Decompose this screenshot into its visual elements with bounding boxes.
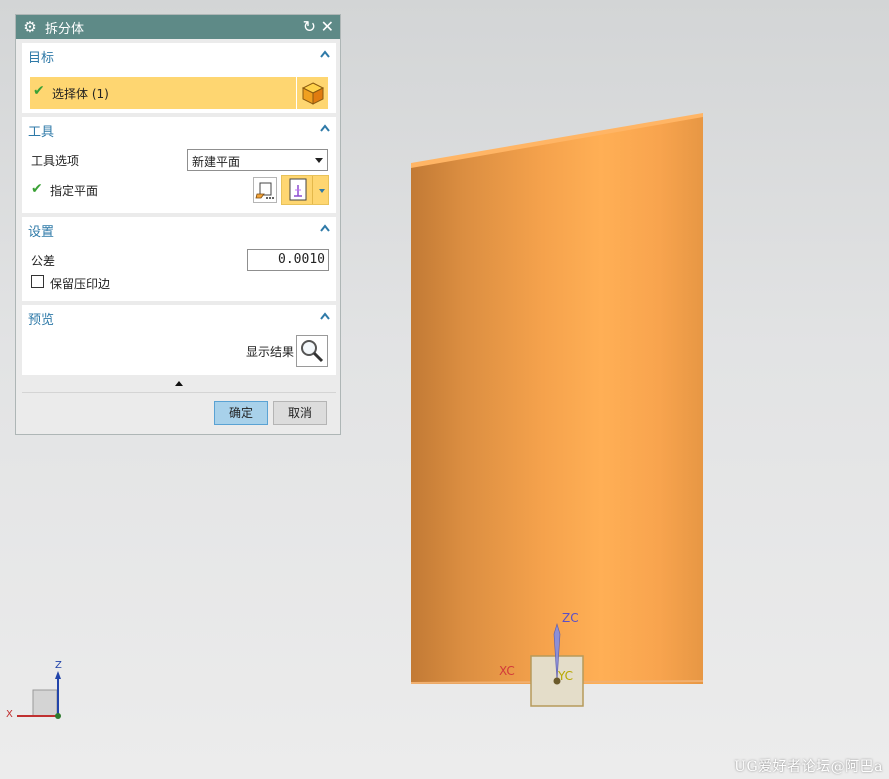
triad-cube: [32, 689, 58, 717]
section-target: 目标 ✔ 选择体 (1): [22, 43, 336, 113]
dialog-titlebar[interactable]: ⚙ 拆分体 ↻ ✕: [16, 15, 340, 39]
inferred-plane-button[interactable]: [281, 175, 329, 205]
watermark: UG爱好者论坛@阿巴a: [734, 759, 883, 775]
chevron-up-icon[interactable]: [320, 49, 330, 59]
keep-imprint-checkbox[interactable]: [31, 275, 44, 288]
cube-icon: [301, 82, 325, 105]
plane-icon: [289, 178, 307, 201]
section-settings-header[interactable]: 设置: [22, 217, 336, 241]
footer-divider: [22, 392, 336, 393]
plane-dialog-button[interactable]: [253, 177, 277, 203]
gear-icon[interactable]: ⚙: [19, 18, 41, 36]
section-target-title: 目标: [28, 51, 55, 66]
section-settings-title: 设置: [28, 225, 55, 240]
absolute-triad: [17, 671, 61, 719]
chevron-up-icon[interactable]: [320, 311, 330, 321]
specify-plane-label: 指定平面: [50, 184, 99, 198]
magnifier-icon: [301, 340, 324, 363]
triad-z-label: Z: [55, 660, 62, 671]
solid-body[interactable]: [411, 115, 703, 684]
more-options-bar[interactable]: [22, 377, 336, 391]
dropdown-arrow-icon[interactable]: [319, 189, 325, 193]
section-tool-header[interactable]: 工具: [22, 117, 336, 141]
ok-button[interactable]: 确定: [214, 401, 268, 425]
triad-z-arrow: [55, 671, 61, 679]
split-divider: [312, 176, 313, 204]
tool-option-dropdown[interactable]: 新建平面: [187, 149, 328, 171]
keep-imprint-label: 保留压印边: [50, 277, 111, 291]
plane-constructor-icon: [255, 182, 274, 199]
tool-option-label: 工具选项: [31, 154, 80, 168]
select-body-row[interactable]: ✔ 选择体 (1): [30, 77, 296, 109]
split-body-dialog: ⚙ 拆分体 ↻ ✕ 目标 ✔ 选择体 (1) 工具 工具选项 新建平面 ✔ 指定…: [15, 14, 341, 435]
section-tool: 工具 工具选项 新建平面 ✔ 指定平面: [22, 117, 336, 213]
dialog-title: 拆分体: [45, 21, 85, 37]
chevron-up-icon: [175, 381, 183, 386]
close-button[interactable]: ✕: [321, 17, 334, 37]
chevron-up-icon[interactable]: [320, 223, 330, 233]
show-result-label: 显示结果: [246, 345, 295, 359]
chevron-up-icon[interactable]: [320, 123, 330, 133]
reset-button[interactable]: ↻: [303, 17, 316, 37]
section-tool-title: 工具: [28, 125, 55, 140]
tool-option-value: 新建平面: [192, 155, 241, 169]
zc-label: ZC: [562, 611, 579, 625]
dropdown-arrow-icon: [315, 158, 323, 163]
xc-label: XC: [499, 664, 515, 678]
show-result-button[interactable]: [296, 335, 328, 367]
section-preview-header[interactable]: 预览: [22, 305, 336, 329]
section-target-header[interactable]: 目标: [22, 43, 336, 67]
section-preview: 预览 显示结果: [22, 305, 336, 375]
select-body-label: 选择体 (1): [52, 87, 109, 101]
section-settings: 设置 公差 0.0010 保留压印边: [22, 217, 336, 301]
triad-x-label: X: [6, 709, 13, 720]
select-body-cube-button[interactable]: [296, 77, 328, 109]
tolerance-label: 公差: [31, 254, 56, 268]
tolerance-input[interactable]: 0.0010: [247, 249, 329, 271]
check-icon: ✔: [33, 83, 45, 99]
yc-label: YC: [558, 669, 574, 683]
check-icon: ✔: [31, 181, 43, 197]
triad-origin: [55, 713, 61, 719]
cancel-button[interactable]: 取消: [273, 401, 327, 425]
section-preview-title: 预览: [28, 313, 55, 328]
